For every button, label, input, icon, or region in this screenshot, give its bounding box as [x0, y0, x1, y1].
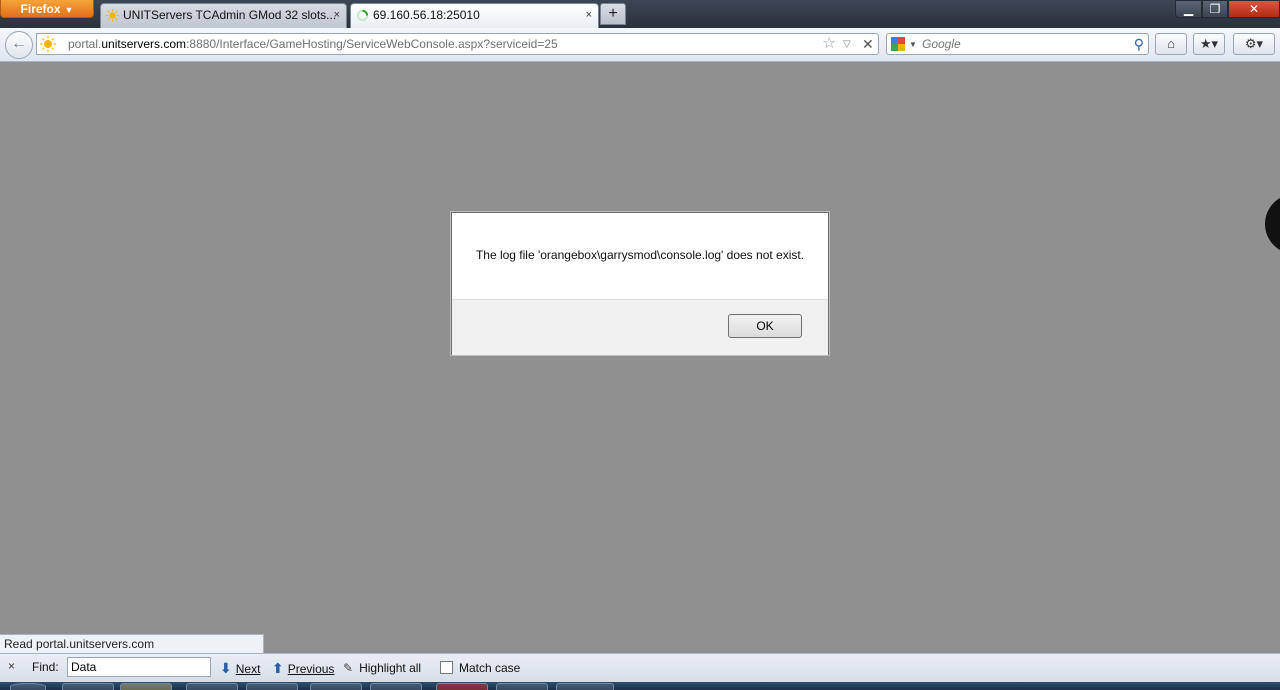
taskbar-app-icon[interactable]: [556, 683, 614, 690]
dialog-footer: OK: [452, 299, 828, 355]
windows-taskbar: [0, 682, 1280, 690]
status-bar: Read portal.unitservers.com: [0, 634, 264, 653]
url-bar[interactable]: portal.unitservers.com:8880/Interface/Ga…: [36, 33, 879, 55]
navigation-toolbar: ← portal.unitservers.com:8880/Interface/…: [0, 28, 1280, 62]
dialog-message: The log file 'orangebox\garrysmod\consol…: [475, 248, 805, 262]
taskbar-app-icon[interactable]: [62, 683, 114, 690]
sun-site-icon: [40, 36, 56, 52]
taskbar-app-icon[interactable]: [120, 683, 172, 690]
addon-button[interactable]: ⚙▾: [1233, 33, 1275, 55]
find-previous-label: Previous: [287, 662, 335, 676]
find-previous-button[interactable]: ⬆ Previous: [272, 658, 334, 678]
url-prefix: portal.: [68, 37, 102, 51]
stop-icon[interactable]: ✕: [862, 34, 874, 54]
find-label: Find:: [32, 660, 59, 674]
ok-button[interactable]: OK: [728, 314, 802, 338]
url-path: :8880/Interface/GameHosting/ServiceWebCo…: [186, 37, 558, 51]
tab-unitservers[interactable]: UNITServers TCAdmin GMod 32 slots... ×: [100, 3, 347, 28]
firefox-menu-label: Firefox: [20, 2, 61, 16]
close-tab-icon[interactable]: ×: [334, 4, 340, 27]
taskbar-app-icon[interactable]: [496, 683, 548, 690]
back-button[interactable]: ←: [5, 31, 33, 59]
sun-favicon-icon: [106, 9, 119, 22]
minimize-button[interactable]: ▁: [1175, 0, 1202, 18]
taskbar-app-icon[interactable]: [310, 683, 362, 690]
taskbar-app-icon[interactable]: [246, 683, 298, 690]
addon-icon: ⚙▾: [1244, 36, 1264, 51]
search-bar[interactable]: ▼ ⚲: [886, 33, 1149, 55]
match-case-checkbox[interactable]: Match case: [440, 658, 520, 678]
highlighter-icon: ✎: [343, 661, 354, 675]
loading-spinner-icon: [356, 9, 369, 22]
close-find-bar-icon[interactable]: ×: [8, 659, 15, 673]
url-domain: unitservers.com: [101, 37, 187, 51]
maximize-button[interactable]: ❐: [1202, 0, 1228, 18]
find-input[interactable]: [67, 657, 211, 677]
home-icon: ⌂: [1167, 36, 1175, 51]
search-icon[interactable]: ⚲: [1134, 34, 1144, 54]
chevron-down-icon: ▼: [64, 5, 74, 15]
bookmarks-icon: ★▾: [1199, 36, 1219, 51]
new-tab-button[interactable]: +: [600, 3, 626, 25]
tab-strip: Firefox ▼ UNITServers TCAdmin GMod 32 slo…: [0, 0, 1280, 28]
url-text: portal.unitservers.com:8880/Interface/Ga…: [68, 34, 558, 54]
highlight-all-label: Highlight all: [359, 661, 422, 675]
taskbar-app-icon[interactable]: [436, 683, 488, 690]
find-next-button[interactable]: ⬇ Next: [220, 658, 260, 678]
start-button[interactable]: [10, 683, 46, 690]
highlight-all-button[interactable]: ✎ Highlight all: [343, 658, 421, 678]
google-icon[interactable]: [891, 37, 905, 51]
match-case-label: Match case: [459, 661, 521, 675]
find-bar: × Find: ⬇Next ⬆Previous ✎ Highlight all M…: [0, 653, 1280, 682]
tab-console-active[interactable]: 69.160.56.18:25010 ×: [350, 3, 599, 28]
partial-circle-graphic: [1265, 194, 1280, 254]
bookmark-star-icon[interactable]: ☆: [822, 34, 836, 54]
taskbar-app-icon[interactable]: [370, 683, 422, 690]
arrow-down-icon: ⬇: [220, 660, 232, 676]
search-input[interactable]: [922, 35, 1122, 53]
history-dropdown-icon[interactable]: ▽: [843, 35, 851, 55]
bookmarks-button[interactable]: ★▾: [1193, 33, 1225, 55]
tab-title: 69.160.56.18:25010: [373, 8, 480, 22]
checkbox-icon: [440, 661, 453, 674]
arrow-up-icon: ⬆: [272, 660, 284, 676]
firefox-menu-button[interactable]: Firefox ▼: [0, 0, 94, 18]
taskbar-app-icon[interactable]: [186, 683, 238, 690]
engine-dropdown-icon[interactable]: ▼: [909, 35, 917, 55]
close-tab-icon[interactable]: ×: [586, 4, 592, 27]
home-button[interactable]: ⌂: [1155, 33, 1187, 55]
tab-title: UNITServers TCAdmin GMod 32 slots...: [123, 8, 337, 22]
close-window-button[interactable]: ✕: [1228, 0, 1280, 18]
find-next-label: Next: [235, 662, 261, 676]
alert-dialog: The log file 'orangebox\garrysmod\consol…: [451, 212, 829, 355]
